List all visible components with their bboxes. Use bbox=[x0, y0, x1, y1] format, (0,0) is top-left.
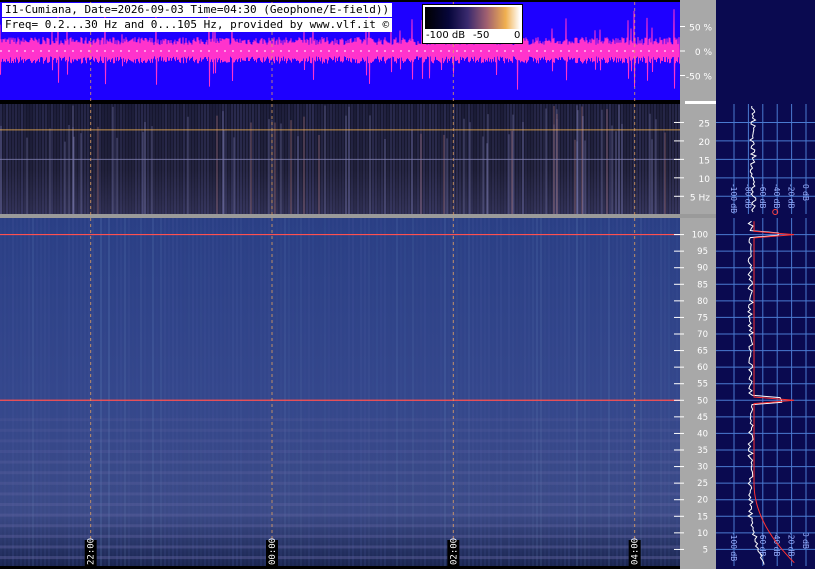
high-tick-label: 80 bbox=[697, 297, 708, 307]
high-tick-label: 35 bbox=[697, 446, 708, 456]
high-spectrogram-band bbox=[0, 513, 680, 517]
high-tick-label: 65 bbox=[697, 347, 708, 357]
time-label: 02:00 bbox=[449, 538, 459, 565]
high-spectrogram-band bbox=[0, 460, 680, 464]
amplitude-tick-label: -50 % bbox=[686, 73, 713, 83]
colorbar-tick-min: -100 dB bbox=[426, 30, 466, 41]
high-tick-label: 50 bbox=[697, 396, 708, 406]
high-spectrogram-band bbox=[0, 450, 680, 453]
high-tick-label: 100 bbox=[692, 231, 708, 241]
low-tick-label: 15 bbox=[699, 156, 710, 166]
high-tick-label: 85 bbox=[697, 280, 708, 290]
time-label: 00:00 bbox=[268, 538, 278, 565]
amplitude-tick-label: 0 % bbox=[695, 48, 713, 58]
header-line-1: I1-Cumiana, Date=2026-09-03 Time=04:30 (… bbox=[2, 3, 393, 17]
high-tick-label: 25 bbox=[697, 479, 708, 489]
high-tick-label: 90 bbox=[697, 264, 708, 274]
high-spectrogram-band bbox=[0, 439, 680, 443]
spectrum-low-db-label: -100 dB bbox=[729, 184, 738, 213]
high-tick-label: 30 bbox=[697, 463, 708, 473]
time-label: 04:00 bbox=[631, 538, 641, 565]
high-spectrogram-band bbox=[0, 492, 680, 496]
high-spectrogram-band bbox=[0, 534, 680, 538]
spectrum-high-db-label: -20 dB bbox=[787, 532, 796, 557]
high-tick-label: 60 bbox=[697, 363, 708, 373]
high-tick-label: 95 bbox=[697, 247, 708, 257]
amplitude-tick-label: 50 % bbox=[689, 24, 712, 34]
high-spectrogram-band bbox=[0, 428, 680, 432]
colorbar-tick-max: 0 bbox=[514, 30, 521, 41]
high-tick-label: 55 bbox=[697, 380, 708, 390]
vlf-chart-svg: 50 % 0 % -50 % 5 Hz 10 15 20 25 5 10 15 20 25 30 35 4… bbox=[0, 0, 815, 569]
panel-divider bbox=[0, 214, 716, 218]
amplitude-divider bbox=[685, 101, 716, 104]
high-tick-label: 70 bbox=[697, 330, 708, 340]
high-tick-label: 20 bbox=[697, 496, 708, 506]
colorbar-tick-mid: -50 bbox=[473, 30, 490, 41]
vlf-chart-stage: 50 % 0 % -50 % 5 Hz 10 15 20 25 5 10 15 20 25 30 35 4… bbox=[0, 0, 815, 569]
low-tick-label: 25 bbox=[699, 119, 710, 129]
spectrum-high-db-label: -100 dB bbox=[729, 532, 738, 561]
low-tick-label: 10 bbox=[699, 175, 711, 185]
high-spectrogram-band bbox=[0, 471, 680, 475]
high-spectrogram-band bbox=[0, 418, 680, 422]
low-tick-label: 20 bbox=[699, 138, 711, 148]
time-label: 22:00 bbox=[87, 538, 97, 565]
high-tick-label: 15 bbox=[697, 512, 708, 522]
spectrum-low-db-label: 0 dB bbox=[801, 184, 810, 201]
colorbar-gradient bbox=[425, 7, 520, 29]
high-tick-label: 5 bbox=[703, 545, 708, 555]
high-tick-label: 10 bbox=[697, 529, 708, 539]
high-spectrogram-band bbox=[0, 556, 680, 560]
high-tick-label: 40 bbox=[697, 429, 708, 439]
spectrum-high-db-label: -40 dB bbox=[772, 532, 781, 557]
header-line-2: Freq= 0.2...30 Hz and 0...105 Hz, provid… bbox=[2, 18, 393, 32]
high-spectrogram-band bbox=[0, 524, 680, 528]
high-spectrogram-band bbox=[0, 503, 680, 507]
colorbar-legend: -100 dB -50 0 bbox=[422, 4, 523, 44]
low-tick-label: 5 Hz bbox=[690, 193, 710, 203]
high-tick-label: 45 bbox=[697, 413, 708, 423]
high-tick-label: 75 bbox=[697, 313, 708, 323]
high-spectrogram-band bbox=[0, 481, 680, 485]
spectrum-high-db-label: 0 dB bbox=[801, 532, 810, 549]
high-spectrogram-band bbox=[0, 545, 680, 549]
